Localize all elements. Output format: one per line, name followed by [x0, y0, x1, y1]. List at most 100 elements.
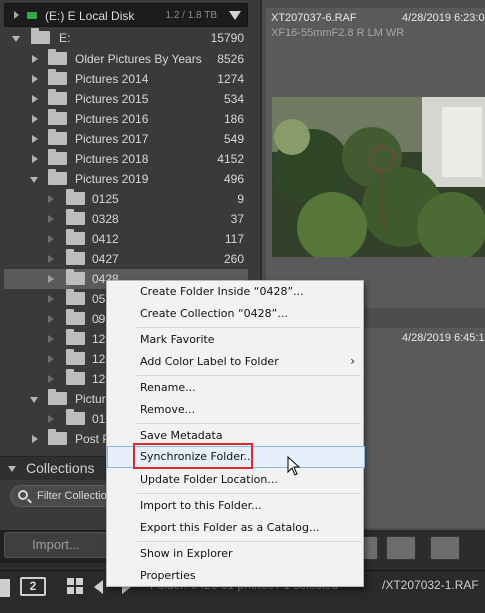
expand-arrow-icon[interactable]: [48, 235, 54, 243]
folder-row[interactable]: Pictures 2019 496: [4, 169, 248, 189]
subfolder-row[interactable]: 0125 9: [4, 189, 248, 209]
menu-create-collection[interactable]: Create Collection “0428”...: [107, 303, 365, 325]
expand-arrow-icon[interactable]: [48, 355, 54, 363]
cell-date: 4/28/2019 6:23:0: [402, 12, 485, 24]
folder-label: 0427: [92, 252, 119, 266]
expand-arrow-icon[interactable]: [48, 255, 54, 263]
folder-count: 1274: [217, 72, 244, 86]
menu-add-color-label[interactable]: Add Color Label to Folder ›: [107, 351, 365, 373]
volume-name: (E:) E Local Disk: [45, 9, 135, 23]
expand-arrow-icon[interactable]: [32, 435, 38, 443]
folder-count: 4152: [217, 152, 244, 166]
subfolder-row[interactable]: 0328 37: [4, 209, 248, 229]
import-button[interactable]: Import...: [4, 532, 108, 558]
folder-icon: [48, 109, 67, 125]
expand-arrow-icon[interactable]: [48, 415, 54, 423]
folder-label: 0412: [92, 232, 119, 246]
folder-label: Pictur: [75, 392, 106, 406]
expand-arrow-icon[interactable]: [32, 75, 38, 83]
folder-label: 12: [92, 352, 106, 366]
menu-mark-favorite[interactable]: Mark Favorite: [107, 329, 365, 351]
menu-create-folder[interactable]: Create Folder Inside “0428”...: [107, 281, 365, 303]
expand-arrow-icon[interactable]: [48, 335, 54, 343]
subfolder-row[interactable]: 0412 117: [4, 229, 248, 249]
menu-export-as-catalog[interactable]: Export this Folder as a Catalog...: [107, 517, 365, 539]
folder-row[interactable]: Older Pictures By Years 8526: [4, 49, 248, 69]
collapse-arrow-icon[interactable]: [30, 177, 38, 183]
photo-thumbnail[interactable]: [272, 97, 485, 257]
folder-row-root[interactable]: E: 15790: [4, 28, 248, 48]
folder-count: 9: [237, 192, 244, 206]
back-arrow-icon[interactable]: [94, 580, 103, 594]
window-icon[interactable]: [0, 579, 10, 597]
folder-row[interactable]: Pictures 2017 549: [4, 129, 248, 149]
folder-icon: [48, 429, 67, 445]
folder-icon: [48, 69, 67, 85]
folder-row[interactable]: Pictures 2015 534: [4, 89, 248, 109]
folder-label: Pictures 2016: [75, 112, 149, 126]
cell-lens: XF16-55mmF2.8 R LM WR: [271, 27, 405, 39]
compare-view-icon[interactable]: [386, 536, 416, 560]
menu-show-in-explorer[interactable]: Show in Explorer: [107, 543, 365, 565]
folder-label: Pictures 2017: [75, 132, 149, 146]
folder-icon: [48, 129, 67, 145]
expand-arrow-icon[interactable]: [48, 195, 54, 203]
folder-count: 186: [223, 112, 244, 126]
current-filename: /XT207032-1.RAF: [382, 578, 479, 592]
folder-count: 117: [224, 232, 244, 246]
volume-dropdown-icon[interactable]: [229, 11, 241, 20]
menu-remove[interactable]: Remove...: [107, 399, 365, 421]
folder-count: 496: [223, 172, 244, 186]
folder-label: 12: [92, 372, 106, 386]
expand-arrow-icon[interactable]: [48, 295, 54, 303]
folder-label: 0125: [92, 192, 119, 206]
folder-icon: [48, 389, 67, 405]
volume-header[interactable]: (E:) E Local Disk 1.2 / 1.8 TB: [4, 3, 248, 27]
folder-row[interactable]: Pictures 2014 1274: [4, 69, 248, 89]
folder-count: 534: [223, 92, 244, 106]
expand-arrow-icon[interactable]: [48, 315, 54, 323]
folder-context-menu: Create Folder Inside “0428”... Create Co…: [106, 280, 365, 587]
expand-arrow-icon[interactable]: [14, 11, 19, 19]
folder-icon: [66, 409, 85, 425]
folder-row[interactable]: Pictures 2016 186: [4, 109, 248, 129]
folder-icon: [66, 329, 85, 345]
folder-label: 01: [92, 412, 106, 426]
filter-placeholder: Filter Collectio: [37, 490, 107, 502]
expand-arrow-icon[interactable]: [32, 115, 38, 123]
menu-rename[interactable]: Rename...: [107, 377, 365, 399]
folder-icon: [66, 229, 85, 245]
mouse-cursor-icon: [287, 455, 301, 479]
folder-icon: [48, 169, 67, 185]
secondary-display-button[interactable]: 2: [20, 577, 46, 596]
expand-arrow-icon[interactable]: [48, 215, 54, 223]
folder-row[interactable]: Pictures 2018 4152: [4, 149, 248, 169]
search-icon: [18, 490, 28, 500]
menu-separator: [137, 493, 361, 494]
expand-arrow-icon[interactable]: [48, 275, 54, 283]
folder-label: E:: [59, 31, 71, 45]
subfolder-row[interactable]: 0427 260: [4, 249, 248, 269]
folder-label: Pictures 2015: [75, 92, 149, 106]
menu-properties[interactable]: Properties: [107, 565, 365, 587]
folder-label: 05: [92, 292, 106, 306]
expand-arrow-icon[interactable]: [32, 55, 38, 63]
folder-label: Pictures 2014: [75, 72, 149, 86]
collapse-arrow-icon[interactable]: [12, 36, 20, 42]
expand-arrow-icon[interactable]: [32, 135, 38, 143]
expand-arrow-icon[interactable]: [48, 375, 54, 383]
volume-size: 1.2 / 1.8 TB: [165, 10, 217, 21]
collapse-arrow-icon[interactable]: [8, 466, 16, 472]
grid-icon[interactable]: [67, 578, 83, 594]
disk-status-led: [27, 12, 37, 19]
collections-title: Collections: [26, 460, 95, 476]
folder-icon: [66, 249, 85, 265]
folder-icon: [66, 369, 85, 385]
expand-arrow-icon[interactable]: [32, 155, 38, 163]
menu-update-folder-location[interactable]: Update Folder Location...: [107, 469, 365, 491]
collapse-arrow-icon[interactable]: [30, 397, 38, 403]
people-view-icon[interactable]: [430, 536, 460, 560]
menu-import-to-folder[interactable]: Import to this Folder...: [107, 495, 365, 517]
expand-arrow-icon[interactable]: [32, 95, 38, 103]
folder-label: 12: [92, 332, 106, 346]
